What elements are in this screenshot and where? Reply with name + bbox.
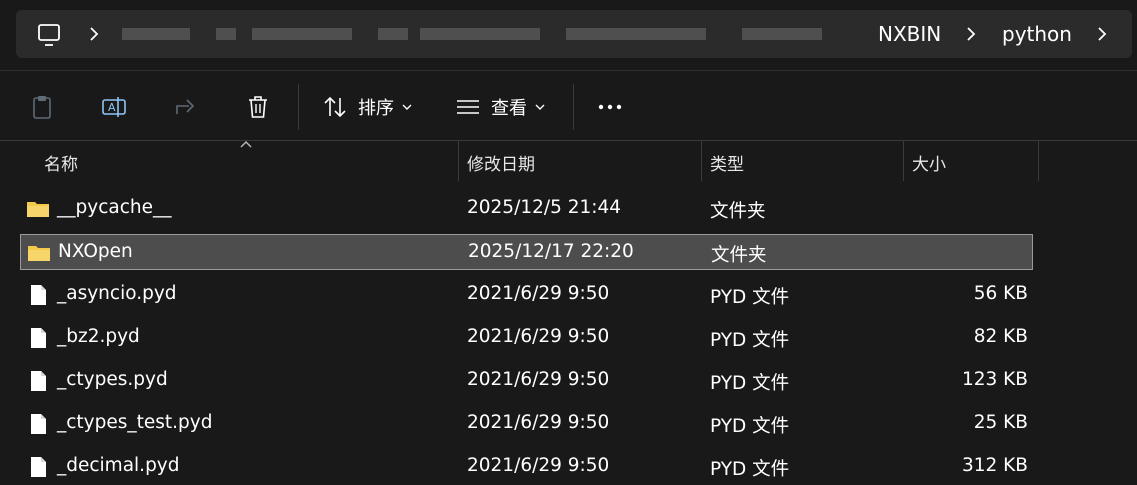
file-date: 2021/6/29 9:50: [467, 283, 610, 304]
share-button[interactable]: [173, 92, 199, 122]
rename-icon: A: [102, 97, 126, 117]
file-type: PYD 文件: [710, 416, 790, 437]
svg-text:A: A: [108, 101, 116, 114]
redacted-path-segment: [216, 28, 236, 40]
file-row[interactable]: _asyncio.pyd 2021/6/29 9:50 PYD 文件 56 KB: [20, 277, 1033, 313]
view-button[interactable]: 查看: [455, 92, 545, 122]
file-row[interactable]: __pycache__ 2025/12/5 21:44 文件夹: [20, 191, 1033, 227]
file-type: PYD 文件: [710, 287, 790, 308]
this-pc-icon[interactable]: [36, 22, 62, 48]
chevron-down-icon: [402, 104, 412, 110]
file-icon: [31, 371, 46, 391]
file-name: _bz2.pyd: [57, 326, 140, 347]
file-date: 2021/6/29 9:50: [467, 326, 610, 347]
file-type: 文件夹: [710, 201, 766, 222]
file-name: _decimal.pyd: [57, 455, 180, 476]
file-size: 123 KB: [961, 369, 1028, 390]
file-icon: [31, 285, 46, 305]
file-size: 56 KB: [973, 283, 1028, 304]
file-date: 2021/6/29 9:50: [467, 455, 610, 476]
redacted-path-segment: [742, 28, 822, 40]
chevron-right-icon[interactable]: [965, 27, 977, 41]
file-name: _ctypes_test.pyd: [57, 412, 213, 433]
rename-button[interactable]: A: [101, 92, 127, 122]
file-size: 82 KB: [973, 326, 1028, 347]
trash-icon: [249, 96, 267, 118]
sort-arrows-icon: [324, 96, 346, 118]
more-options-button[interactable]: [597, 92, 623, 122]
file-type: 文件夹: [711, 245, 767, 266]
file-date: 2021/6/29 9:50: [467, 369, 610, 390]
chevron-right-icon[interactable]: [1096, 27, 1108, 41]
file-type: PYD 文件: [710, 373, 790, 394]
file-row[interactable]: _bz2.pyd 2021/6/29 9:50 PYD 文件 82 KB: [20, 320, 1033, 356]
file-date: 2025/12/5 21:44: [467, 197, 622, 218]
file-row[interactable]: _decimal.pyd 2021/6/29 9:50 PYD 文件 312 KB: [20, 449, 1033, 485]
sort-label: 排序: [358, 98, 394, 119]
more-dots-icon: [598, 104, 622, 110]
breadcrumb-nxbin[interactable]: NXBIN: [878, 22, 941, 46]
file-name: _asyncio.pyd: [57, 283, 177, 304]
command-bar: A 排序 查看: [0, 72, 1137, 140]
divider: [0, 70, 1137, 71]
address-bar[interactable]: NXBIN python: [16, 10, 1132, 58]
file-name: NXOpen: [58, 241, 133, 262]
file-name: _ctypes.pyd: [57, 369, 168, 390]
clipboard-icon: [33, 96, 51, 119]
paste-button[interactable]: [29, 92, 55, 122]
toolbar-divider: [298, 84, 299, 130]
view-lines-icon: [457, 100, 479, 114]
redacted-path-segment: [378, 28, 408, 40]
redacted-path-segment: [420, 28, 540, 40]
view-label: 查看: [491, 98, 527, 119]
breadcrumb-python[interactable]: python: [1002, 22, 1072, 46]
folder-icon: [28, 246, 50, 261]
column-header-size[interactable]: 大小: [904, 141, 1038, 181]
file-size: 312 KB: [961, 455, 1028, 476]
file-row[interactable]: _ctypes.pyd 2021/6/29 9:50 PYD 文件 123 KB: [20, 363, 1033, 399]
file-row[interactable]: NXOpen 2025/12/17 22:20 文件夹: [20, 234, 1033, 270]
file-row[interactable]: _ctypes_test.pyd 2021/6/29 9:50 PYD 文件 25 K…: [20, 406, 1033, 442]
column-divider[interactable]: [1038, 141, 1039, 181]
toolbar-divider: [573, 84, 574, 130]
file-date: 2025/12/17 22:20: [468, 241, 634, 262]
share-icon: [176, 99, 195, 114]
chevron-down-icon: [535, 104, 545, 110]
file-icon: [31, 414, 46, 434]
sort-button[interactable]: 排序: [322, 92, 412, 122]
column-header-name[interactable]: 名称: [0, 141, 458, 181]
redacted-path-segment: [566, 28, 706, 40]
file-date: 2021/6/29 9:50: [467, 412, 610, 433]
redacted-path-segment: [122, 28, 190, 40]
column-header-type[interactable]: 类型: [702, 141, 903, 181]
chevron-right-icon[interactable]: [88, 27, 100, 41]
file-size: 25 KB: [973, 412, 1028, 433]
column-header-date[interactable]: 修改日期: [459, 141, 701, 181]
file-icon: [31, 328, 46, 348]
file-name: __pycache__: [57, 197, 172, 218]
folder-icon: [27, 202, 49, 217]
file-type: PYD 文件: [710, 330, 790, 351]
file-icon: [31, 457, 46, 477]
delete-button[interactable]: [245, 92, 271, 122]
redacted-path-segment: [252, 28, 352, 40]
file-type: PYD 文件: [710, 459, 790, 480]
